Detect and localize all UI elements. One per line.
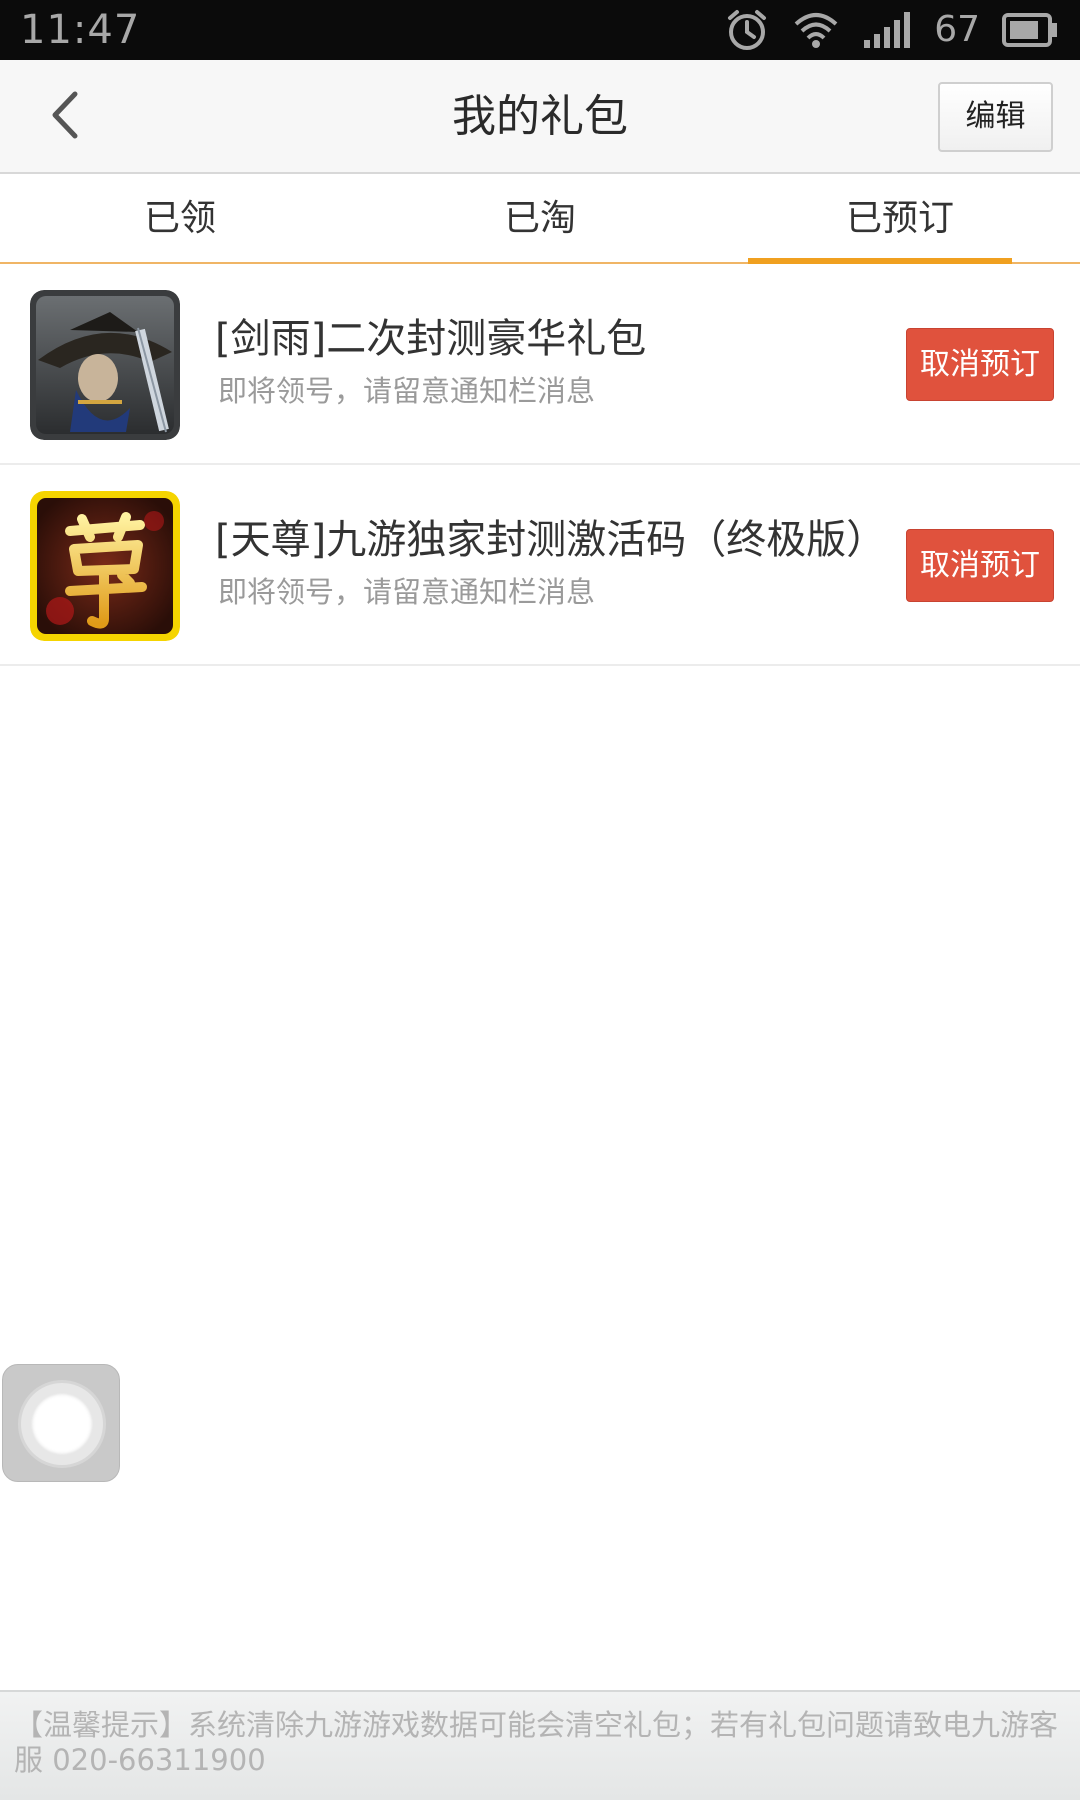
status-bar: 11:47 67 xyxy=(0,0,1080,60)
status-icons: 67 xyxy=(724,0,1058,60)
gift-subtitle: 即将领号，请留意通知栏消息 xyxy=(218,575,596,609)
tab-claimed[interactable]: 已领 xyxy=(0,174,360,262)
status-time: 11:47 xyxy=(20,7,141,53)
gift-title: [天尊]九游独家封测激活码（终极版） xyxy=(215,517,887,563)
battery-level: 67 xyxy=(934,9,980,50)
page-title: 我的礼包 xyxy=(452,91,628,142)
jianyu-game-icon xyxy=(30,290,180,440)
gift-subtitle: 即将领号，请留意通知栏消息 xyxy=(218,374,596,408)
tianzun-game-icon xyxy=(30,491,180,641)
signal-icon xyxy=(862,10,912,50)
alarm-icon xyxy=(724,7,770,53)
app-header: 我的礼包 编辑 xyxy=(0,60,1080,174)
battery-icon xyxy=(1002,13,1058,47)
gift-title: [剑雨]二次封测豪华礼包 xyxy=(215,316,647,362)
tab-found[interactable]: 已淘 xyxy=(360,174,720,262)
edit-button[interactable]: 编辑 xyxy=(938,82,1053,152)
list-item[interactable]: [剑雨]二次封测豪华礼包 即将领号，请留意通知栏消息 取消预订 xyxy=(0,264,1080,465)
cancel-reservation-button[interactable]: 取消预订 xyxy=(906,529,1054,602)
tab-label: 已领 xyxy=(143,198,216,239)
gift-list: [剑雨]二次封测豪华礼包 即将领号，请留意通知栏消息 取消预订 [天尊]九游独家… xyxy=(0,264,1080,666)
tab-label: 已淘 xyxy=(503,198,576,239)
tab-bar: 已领 已淘 已预订 xyxy=(0,174,1080,264)
floating-assistant-button[interactable] xyxy=(2,1364,120,1482)
tab-label: 已预订 xyxy=(845,198,954,239)
wifi-icon xyxy=(792,8,840,52)
tab-reserved[interactable]: 已预订 xyxy=(720,174,1080,264)
footer-tip: 【温馨提示】系统清除九游游戏数据可能会清空礼包；若有礼包问题请致电九游客服 02… xyxy=(0,1690,1080,1800)
assistant-ring-icon xyxy=(21,1383,103,1465)
cancel-reservation-button[interactable]: 取消预订 xyxy=(906,328,1054,401)
assistant-core xyxy=(31,1393,93,1455)
list-item[interactable]: [天尊]九游独家封测激活码（终极版） 即将领号，请留意通知栏消息 取消预订 xyxy=(0,465,1080,666)
